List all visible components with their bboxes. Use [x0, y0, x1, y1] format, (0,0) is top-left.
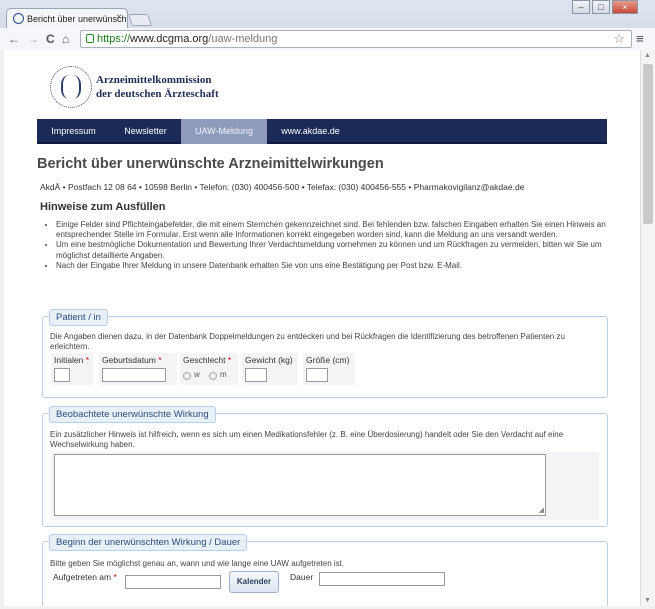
- lock-icon: [86, 34, 94, 43]
- minimize-button[interactable]: –: [572, 0, 590, 14]
- groesse-cell: Größe (cm): [303, 353, 355, 385]
- maximize-button[interactable]: □: [592, 0, 610, 14]
- org-name-line1: Arzneimittelkommission: [96, 74, 212, 86]
- address-bar[interactable]: https://www.dcgma.org/uaw-meldung ☆: [80, 30, 632, 48]
- browser-tab[interactable]: Bericht über unerwünschte ×: [6, 8, 128, 28]
- close-window-button[interactable]: ×: [612, 0, 638, 14]
- main-nav: Impressum Newsletter UAW-Meldung www.akd…: [37, 119, 607, 144]
- gender-m-radio[interactable]: [209, 372, 217, 380]
- nav-akdae[interactable]: www.akdae.de: [267, 119, 354, 144]
- wirkung-cell: ◢: [51, 452, 599, 520]
- hints-title: Hinweise zum Ausfüllen: [40, 201, 166, 213]
- groesse-input[interactable]: [306, 368, 328, 382]
- beginn-section: Beginn der unerwünschten Wirkung / Dauer…: [42, 534, 608, 606]
- wirkung-section: Beobachtete unerwünschte Wirkung Ein zus…: [42, 406, 608, 527]
- menu-icon[interactable]: ≡: [636, 31, 644, 46]
- org-name-line2: der deutschen Ärzteschaft: [96, 88, 219, 100]
- nav-uaw-meldung[interactable]: UAW-Meldung: [181, 119, 267, 144]
- gewicht-label: Gewicht (kg): [245, 355, 293, 365]
- wirkung-description: Ein zusätzlicher Hinweis ist hilfreich, …: [50, 430, 564, 449]
- geschlecht-cell: Geschlecht * w m: [180, 353, 238, 385]
- gewicht-cell: Gewicht (kg): [242, 353, 298, 385]
- wirkung-textarea[interactable]: ◢: [54, 454, 546, 516]
- browser-toolbar: ← → C ⌂ https://www.dcgma.org/uaw-meldun…: [0, 28, 655, 50]
- initialen-input[interactable]: [54, 368, 70, 382]
- forward-arrow-icon[interactable]: →: [27, 31, 39, 47]
- contact-line: AkdÄ • Postfach 12 08 64 • 10598 Berlin …: [40, 182, 525, 192]
- geburtsdatum-input[interactable]: [102, 368, 166, 382]
- url-path: /uaw-meldung: [208, 33, 278, 45]
- dauer-label: Dauer: [290, 572, 314, 582]
- groesse-label: Größe (cm): [306, 355, 350, 365]
- url-scheme: https://: [97, 33, 131, 45]
- close-tab-icon[interactable]: ×: [116, 12, 122, 23]
- aufgetreten-input[interactable]: [125, 575, 221, 589]
- beginn-description: Bitte geben Sie möglichst genau an, wann…: [50, 559, 345, 568]
- kalender-button[interactable]: Kalender: [229, 571, 279, 593]
- wirkung-legend: Beobachtete unerwünschte Wirkung: [49, 406, 216, 423]
- scroll-thumb[interactable]: [643, 64, 653, 224]
- page-viewport: Arzneimittelkommission der deutschen Ärz…: [4, 50, 640, 606]
- reload-icon[interactable]: C: [46, 31, 55, 47]
- hints-list: Einige Felder sind Pflichteingabefelder,…: [56, 220, 611, 271]
- vertical-scrollbar[interactable]: ▲ ▼: [640, 50, 655, 606]
- scroll-up-icon[interactable]: ▲: [644, 52, 651, 59]
- geburtsdatum-cell: Geburtsdatum *: [99, 353, 177, 385]
- scroll-down-icon[interactable]: ▼: [644, 597, 651, 604]
- url-host: www.dcgma.org: [130, 33, 209, 45]
- geschlecht-label: Geschlecht *: [183, 355, 232, 365]
- back-arrow-icon[interactable]: ←: [8, 31, 20, 47]
- hint-item: Einige Felder sind Pflichteingabefelder,…: [56, 220, 611, 240]
- page-title: Bericht über unerwünschte Arzneimittelwi…: [37, 156, 384, 172]
- home-icon[interactable]: ⌂: [62, 31, 69, 47]
- patient-description: Die Angaben dienen dazu, in der Datenban…: [50, 332, 565, 351]
- patient-section: Patient / in Die Angaben dienen dazu, in…: [42, 309, 608, 398]
- initialen-cell: Initialen *: [51, 353, 93, 385]
- resize-handle-icon[interactable]: ◢: [539, 507, 544, 514]
- gender-w-label: w: [194, 370, 200, 379]
- aufgetreten-label: Aufgetreten am *: [53, 572, 117, 582]
- tab-title: Bericht über unerwünschte: [27, 14, 128, 24]
- patient-legend: Patient / in: [49, 309, 108, 326]
- gewicht-input[interactable]: [245, 368, 267, 382]
- bookmark-star-icon[interactable]: ☆: [613, 31, 625, 47]
- gender-m-label: m: [220, 370, 227, 379]
- hint-item: Um eine bestmögliche Dokumentation und B…: [56, 240, 611, 260]
- new-tab-button[interactable]: [127, 14, 153, 26]
- nav-newsletter[interactable]: Newsletter: [110, 119, 181, 144]
- hint-item: Nach der Eingabe Ihrer Meldung in unsere…: [56, 261, 611, 271]
- gender-w-radio[interactable]: [183, 372, 191, 380]
- nav-impressum[interactable]: Impressum: [37, 119, 110, 144]
- akdae-logo: [50, 66, 92, 108]
- browser-chrome: Bericht über unerwünschte × – □ × ← → C …: [0, 0, 655, 50]
- dauer-input[interactable]: [319, 572, 445, 586]
- site-favicon-icon: [13, 13, 24, 24]
- geburtsdatum-label: Geburtsdatum *: [102, 355, 162, 365]
- initialen-label: Initialen *: [54, 355, 89, 365]
- beginn-legend: Beginn der unerwünschten Wirkung / Dauer: [49, 534, 248, 551]
